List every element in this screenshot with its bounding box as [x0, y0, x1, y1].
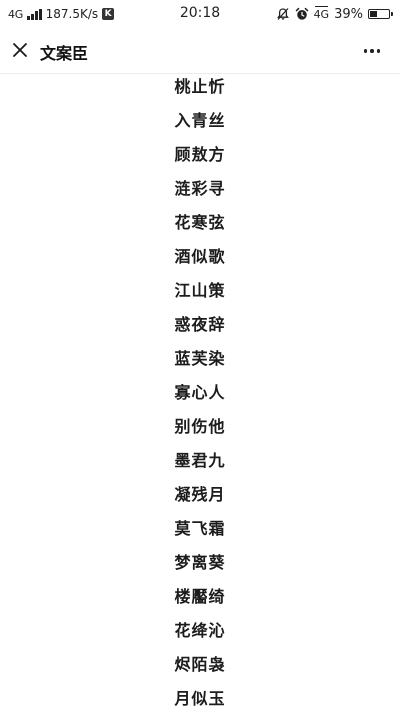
close-icon [13, 43, 27, 57]
list-item: 入青丝 [174, 111, 226, 130]
list-item: 月似玉 [174, 689, 226, 708]
list-item: 惑夜辞 [174, 315, 226, 334]
list-item: 涟彩寻 [174, 179, 226, 198]
close-button[interactable] [8, 38, 32, 62]
list-item: 寡心人 [174, 383, 226, 402]
list-item: 凝残月 [174, 485, 226, 504]
network-type-right: 4G [313, 5, 330, 21]
list-item: 莫飞霜 [174, 519, 226, 538]
list-item: 烬陌袅 [174, 655, 226, 674]
list-item: 花寒弦 [174, 213, 226, 232]
mute-bell-icon [276, 8, 289, 20]
list-item: 江山策 [174, 281, 226, 300]
battery-icon [368, 9, 393, 19]
list-item: 花绛沁 [174, 621, 226, 640]
list-item: 酒似歌 [174, 247, 226, 266]
nav-bar: 文案臣 [0, 28, 400, 74]
status-right: 4G 39% [276, 5, 393, 23]
battery-percent: 39% [334, 6, 363, 22]
more-icon [363, 49, 368, 53]
battery-fill [370, 11, 377, 17]
more-button[interactable] [358, 40, 386, 62]
article-content[interactable]: 桃止忻入青丝顾敖方涟彩寻花寒弦酒似歌江山策惑夜辞蓝芙染寡心人别伤他墨君九凝残月莫… [0, 74, 400, 711]
list-item: 桃止忻 [174, 77, 226, 96]
page-title: 文案臣 [40, 44, 89, 63]
screen: 4G 187.5K/s K 20:18 4G 39% 文案臣 桃止忻 入青丝 顾… [0, 0, 400, 711]
alarm-icon [295, 7, 308, 20]
name-list: 桃止忻入青丝顾敖方涟彩寻花寒弦酒似歌江山策惑夜辞蓝芙染寡心人别伤他墨君九凝残月莫… [0, 74, 400, 711]
list-item: 墨君九 [174, 451, 226, 470]
list-item: 别伤他 [174, 417, 226, 436]
list-item: 顾敖方 [174, 145, 226, 164]
list-item: 蓝芙染 [174, 349, 226, 368]
list-item: 楼靨绮 [174, 587, 226, 606]
status-bar: 4G 187.5K/s K 20:18 4G 39% [0, 0, 400, 28]
list-item: 梦离葵 [174, 553, 226, 572]
